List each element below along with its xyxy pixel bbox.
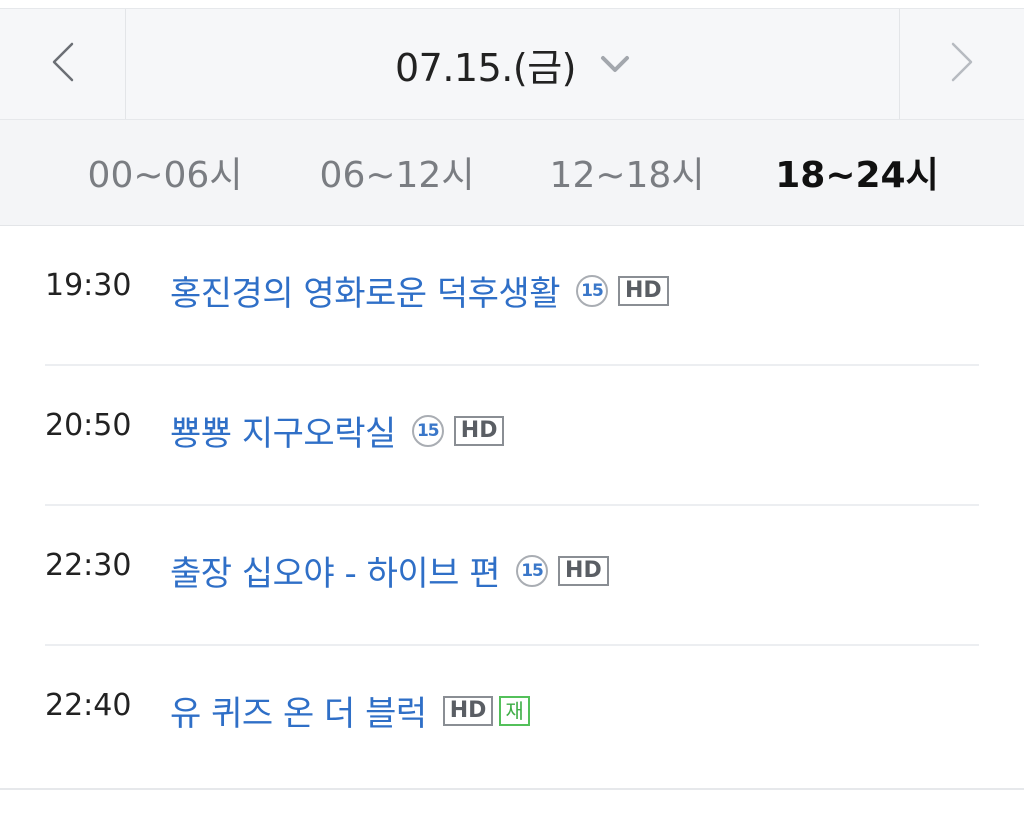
program-time: 19:30 bbox=[45, 268, 132, 303]
hd-badge: HD bbox=[442, 695, 494, 726]
list-bottom-divider bbox=[0, 788, 1024, 790]
age-rating-badge: 15 bbox=[411, 414, 444, 447]
next-day-button[interactable] bbox=[899, 9, 1024, 119]
program-title-line: 홍진경의 영화로운 덕후생활 15 HD bbox=[170, 266, 669, 315]
previous-day-button[interactable] bbox=[0, 9, 126, 119]
schedule-row: 22:30 출장 십오야 - 하이브 편 15 HD bbox=[45, 506, 979, 646]
tab-18-24[interactable]: 18~24시 bbox=[762, 120, 952, 224]
age-rating-badge: 15 bbox=[575, 274, 608, 307]
chevron-right-icon bbox=[950, 41, 974, 87]
age-rating-badge: 15 bbox=[516, 554, 549, 587]
chevron-down-icon bbox=[600, 55, 630, 73]
date-selector[interactable]: 07.15.(금) bbox=[126, 9, 899, 119]
hd-badge: HD bbox=[558, 555, 609, 586]
date-navigation-bar: 07.15.(금) bbox=[0, 8, 1024, 120]
program-title-link[interactable]: 유 퀴즈 온 더 블럭 bbox=[170, 686, 427, 735]
schedule-row: 22:40 유 퀴즈 온 더 블럭 HD 재 bbox=[45, 646, 979, 786]
schedule-row: 19:30 홍진경의 영화로운 덕후생활 15 HD bbox=[45, 226, 979, 366]
program-title-link[interactable]: 홍진경의 영화로운 덕후생활 bbox=[170, 266, 560, 315]
hd-badge: HD bbox=[453, 415, 505, 446]
program-time: 20:50 bbox=[45, 408, 132, 443]
program-title-link[interactable]: 출장 십오야 - 하이브 편 bbox=[170, 546, 501, 595]
hd-badge: HD bbox=[617, 275, 669, 306]
program-time: 22:30 bbox=[45, 548, 132, 583]
program-title-line: 출장 십오야 - 하이브 편 15 HD bbox=[170, 546, 609, 595]
tab-00-06[interactable]: 00~06시 bbox=[70, 120, 260, 224]
schedule-list: 19:30 홍진경의 영화로운 덕후생활 15 HD 20:50 뿅뿅 지구오락… bbox=[45, 226, 979, 786]
current-date-label: 07.15.(금) bbox=[395, 45, 576, 90]
chevron-left-icon bbox=[51, 41, 75, 87]
program-time: 22:40 bbox=[45, 688, 132, 723]
tab-06-12[interactable]: 06~12시 bbox=[302, 120, 492, 224]
schedule-row: 20:50 뿅뿅 지구오락실 15 HD bbox=[45, 366, 979, 506]
program-title-line: 뿅뿅 지구오락실 15 HD bbox=[170, 406, 505, 455]
program-title-link[interactable]: 뿅뿅 지구오락실 bbox=[170, 406, 396, 455]
program-title-line: 유 퀴즈 온 더 블럭 HD 재 bbox=[170, 686, 530, 735]
tv-schedule-page: 07.15.(금) 00~06시 06~12시 12~18시 18~24시 19… bbox=[0, 0, 1024, 817]
tab-12-18[interactable]: 12~18시 bbox=[532, 120, 722, 224]
time-range-tabs: 00~06시 06~12시 12~18시 18~24시 bbox=[0, 120, 1024, 226]
rerun-badge: 재 bbox=[499, 695, 530, 726]
